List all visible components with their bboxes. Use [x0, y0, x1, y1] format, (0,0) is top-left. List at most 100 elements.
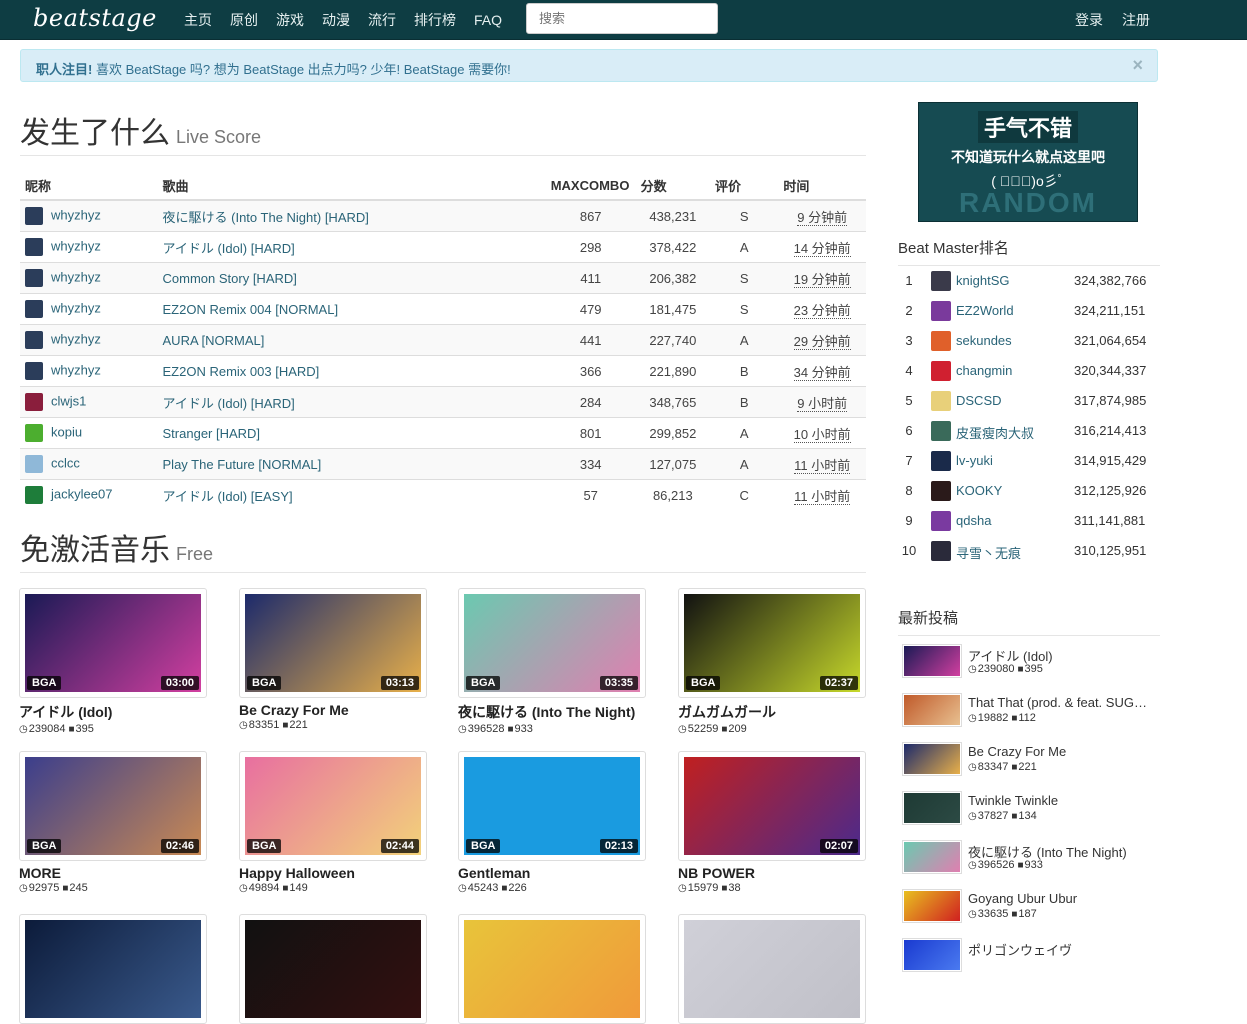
- song-link[interactable]: EZ2ON Remix 004 [NORMAL]: [163, 302, 339, 317]
- latest-post[interactable]: アイドル (Idol) ◷239080 ■395: [900, 644, 1160, 693]
- user-link[interactable]: whyzhyz: [51, 238, 101, 253]
- random-banner[interactable]: 手气不错 不知道玩什么就点这里吧 ( ﾟ∀ﾟ)o彡ﾟ RANDOM: [918, 102, 1138, 222]
- avatar[interactable]: [931, 331, 951, 351]
- ranking-item[interactable]: 2 EZ2World 324,211,151: [898, 297, 1160, 327]
- user-link[interactable]: clwjs1: [51, 393, 86, 408]
- music-card[interactable]: [678, 914, 868, 1024]
- music-card[interactable]: BGA 03:35 夜に駆ける (Into The Night) ◷396528 ■93…: [458, 588, 648, 735]
- ranking-item[interactable]: 8 KOOKY 312,125,926: [898, 477, 1160, 507]
- ranking-item[interactable]: 9 qdsha 311,141,881: [898, 507, 1160, 537]
- music-card[interactable]: BGA 02:46 MORE ◷92975 ■245: [19, 751, 209, 894]
- user-link[interactable]: whyzhyz: [51, 300, 101, 315]
- post-thumbnail[interactable]: [902, 840, 962, 874]
- song-link[interactable]: アイドル (Idol) [HARD]: [163, 241, 295, 256]
- music-title[interactable]: Be Crazy For Me: [239, 702, 425, 718]
- nav-link-ranking[interactable]: 排行榜: [414, 10, 456, 30]
- music-card[interactable]: BGA 03:13 Be Crazy For Me ◷83351 ■221: [239, 588, 429, 731]
- avatar[interactable]: [931, 541, 951, 561]
- nav-link-pop[interactable]: 流行: [368, 10, 396, 30]
- nav-link-anime[interactable]: 动漫: [322, 10, 350, 30]
- avatar[interactable]: [931, 451, 951, 471]
- avatar[interactable]: [25, 207, 43, 225]
- post-title[interactable]: ポリゴンウェイヴ: [968, 940, 1153, 959]
- post-thumbnail[interactable]: [902, 791, 962, 825]
- music-card[interactable]: BGA 02:13 Gentleman ◷45243 ■226: [458, 751, 648, 894]
- song-link[interactable]: アイドル (Idol) [HARD]: [163, 396, 295, 411]
- post-thumbnail[interactable]: [902, 693, 962, 727]
- site-logo[interactable]: beatstage: [33, 4, 157, 32]
- music-title[interactable]: MORE: [19, 865, 205, 881]
- user-link[interactable]: whyzhyz: [51, 207, 101, 222]
- song-link[interactable]: EZ2ON Remix 003 [HARD]: [163, 364, 320, 379]
- post-thumbnail[interactable]: [902, 644, 962, 678]
- music-thumbnail[interactable]: [458, 914, 646, 1024]
- post-thumbnail[interactable]: [902, 742, 962, 776]
- ranking-item[interactable]: 7 lv-yuki 314,915,429: [898, 447, 1160, 477]
- ranking-user-link[interactable]: sekundes: [956, 333, 1012, 348]
- user-link[interactable]: whyzhyz: [51, 269, 101, 284]
- music-card[interactable]: [19, 914, 209, 1024]
- latest-post[interactable]: ポリゴンウェイヴ: [900, 938, 1160, 987]
- ranking-user-link[interactable]: qdsha: [956, 513, 991, 528]
- ranking-user-link[interactable]: 寻雪丶无痕: [956, 543, 1021, 562]
- music-card[interactable]: BGA 03:00 アイドル (Idol) ◷239084 ■395: [19, 588, 209, 735]
- avatar[interactable]: [931, 391, 951, 411]
- nav-link-home[interactable]: 主页: [184, 10, 212, 30]
- music-thumbnail[interactable]: BGA 03:35: [458, 588, 646, 698]
- post-title[interactable]: That That (prod. & feat. SUGA of BTS): [968, 695, 1153, 710]
- music-thumbnail[interactable]: BGA 02:44: [239, 751, 427, 861]
- song-link[interactable]: AURA [NORMAL]: [163, 333, 265, 348]
- music-title[interactable]: Happy Halloween: [239, 865, 425, 881]
- latest-post[interactable]: Be Crazy For Me ◷83347 ■221: [900, 742, 1160, 791]
- avatar[interactable]: [931, 511, 951, 531]
- music-title[interactable]: Gentleman: [458, 865, 644, 881]
- music-title[interactable]: NB POWER: [678, 865, 864, 881]
- music-card[interactable]: BGA 02:37 ガムガムガール ◷52259 ■209: [678, 588, 868, 735]
- ranking-item[interactable]: 10 寻雪丶无痕 310,125,951: [898, 537, 1160, 567]
- ranking-item[interactable]: 3 sekundes 321,064,654: [898, 327, 1160, 357]
- latest-post[interactable]: Twinkle Twinkle ◷37827 ■134: [900, 791, 1160, 840]
- song-link[interactable]: Stranger [HARD]: [163, 426, 261, 441]
- music-thumbnail[interactable]: BGA 02:37: [678, 588, 866, 698]
- music-card[interactable]: 02:07 NB POWER ◷15979 ■38: [678, 751, 868, 894]
- user-link[interactable]: whyzhyz: [51, 331, 101, 346]
- song-link[interactable]: アイドル (Idol) [EASY]: [163, 489, 293, 504]
- ranking-user-link[interactable]: knightSG: [956, 273, 1009, 288]
- song-link[interactable]: Common Story [HARD]: [163, 271, 297, 286]
- ranking-item[interactable]: 5 DSCSD 317,874,985: [898, 387, 1160, 417]
- ranking-user-link[interactable]: EZ2World: [956, 303, 1014, 318]
- avatar[interactable]: [25, 269, 43, 287]
- music-card[interactable]: [239, 914, 429, 1024]
- user-link[interactable]: kopiu: [51, 424, 82, 439]
- music-thumbnail[interactable]: BGA 03:13: [239, 588, 427, 698]
- avatar[interactable]: [25, 455, 43, 473]
- latest-post[interactable]: 夜に駆ける (Into The Night) ◷396526 ■933: [900, 840, 1160, 889]
- music-thumbnail[interactable]: [239, 914, 427, 1024]
- music-title[interactable]: アイドル (Idol): [19, 702, 205, 722]
- post-title[interactable]: Be Crazy For Me: [968, 744, 1153, 759]
- music-thumbnail[interactable]: BGA 02:46: [19, 751, 207, 861]
- music-thumbnail[interactable]: 02:07: [678, 751, 866, 861]
- avatar[interactable]: [25, 486, 43, 504]
- user-link[interactable]: whyzhyz: [51, 362, 101, 377]
- music-thumbnail[interactable]: [678, 914, 866, 1024]
- ranking-item[interactable]: 4 changmin 320,344,337: [898, 357, 1160, 387]
- ranking-user-link[interactable]: KOOKY: [956, 483, 1002, 498]
- post-title[interactable]: Goyang Ubur Ubur: [968, 891, 1153, 906]
- avatar[interactable]: [25, 300, 43, 318]
- avatar[interactable]: [25, 331, 43, 349]
- music-card[interactable]: [458, 914, 648, 1024]
- ranking-item[interactable]: 6 皮蛋瘦肉大叔 316,214,413: [898, 417, 1160, 447]
- music-card[interactable]: BGA 02:44 Happy Halloween ◷49894 ■149: [239, 751, 429, 894]
- nav-link-original[interactable]: 原创: [230, 10, 258, 30]
- ranking-user-link[interactable]: DSCSD: [956, 393, 1002, 408]
- search-input[interactable]: [526, 3, 718, 34]
- login-link[interactable]: 登录: [1075, 10, 1103, 30]
- avatar[interactable]: [25, 393, 43, 411]
- avatar[interactable]: [931, 481, 951, 501]
- music-title[interactable]: 夜に駆ける (Into The Night): [458, 702, 644, 722]
- avatar[interactable]: [931, 421, 951, 441]
- user-link[interactable]: jackylee07: [51, 486, 112, 501]
- avatar[interactable]: [931, 271, 951, 291]
- music-thumbnail[interactable]: [19, 914, 207, 1024]
